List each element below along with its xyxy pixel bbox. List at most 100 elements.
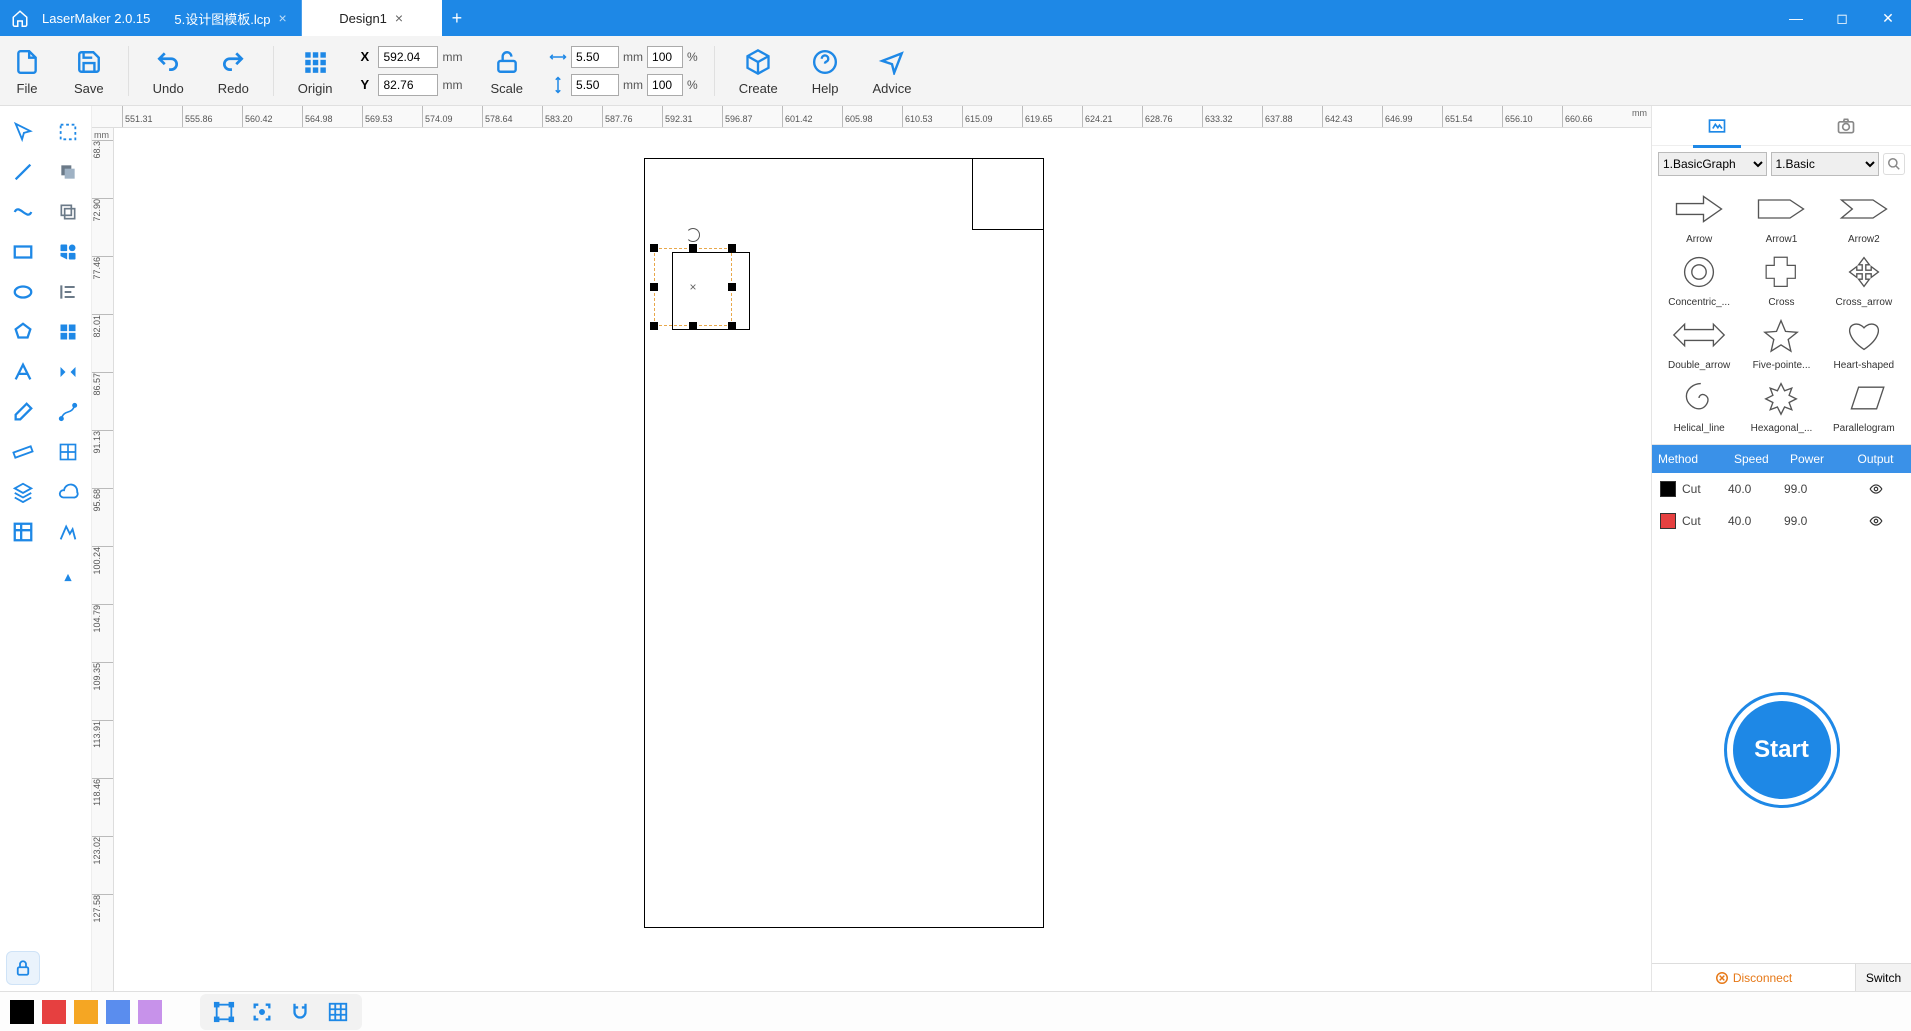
layer-row[interactable]: Cut40.099.0 — [1652, 473, 1911, 505]
height-input[interactable] — [571, 74, 619, 96]
ruler-tick: 560.42 — [242, 106, 273, 127]
cloud-icon[interactable] — [46, 472, 92, 512]
shapes-tab[interactable] — [1687, 112, 1747, 140]
duplicate-icon[interactable] — [46, 192, 92, 232]
polygon-tool[interactable] — [0, 312, 46, 352]
disconnect-status[interactable]: Disconnect — [1652, 971, 1855, 985]
focus-icon[interactable] — [248, 998, 276, 1026]
color-swatch[interactable] — [42, 1000, 66, 1024]
shape-label: Arrow — [1660, 234, 1738, 245]
rect-tool[interactable] — [0, 232, 46, 272]
handle-sw[interactable] — [650, 322, 658, 330]
marquee-tool[interactable] — [46, 112, 92, 152]
close-window-button[interactable]: ✕ — [1865, 0, 1911, 36]
width-input[interactable] — [571, 46, 619, 68]
shape-item[interactable]: Double_arrow — [1660, 312, 1738, 371]
ruler-tick: 86.57 — [92, 372, 113, 400]
color-swatch[interactable] — [138, 1000, 162, 1024]
edit-path-icon[interactable] — [46, 392, 92, 432]
handle-se[interactable] — [728, 322, 736, 330]
shape-item[interactable]: Cross — [1742, 249, 1820, 308]
origin-button[interactable]: Origin — [284, 36, 347, 105]
color-swatch[interactable] — [106, 1000, 130, 1024]
select-tool[interactable] — [0, 112, 46, 152]
text-tool[interactable] — [0, 352, 46, 392]
color-swatch[interactable] — [10, 1000, 34, 1024]
category-select-2[interactable]: 1.Basic — [1771, 152, 1880, 176]
handle-e[interactable] — [728, 283, 736, 291]
maximize-button[interactable]: ◻ — [1819, 0, 1865, 36]
fill-tool[interactable] — [46, 152, 92, 192]
shape-item[interactable]: Hexagonal_... — [1742, 375, 1820, 434]
advice-button[interactable]: Advice — [858, 36, 925, 105]
x-input[interactable] — [378, 46, 438, 68]
color-swatch[interactable] — [74, 1000, 98, 1024]
bbox-icon[interactable] — [210, 998, 238, 1026]
layer-row[interactable]: Cut40.099.0 — [1652, 505, 1911, 537]
ellipse-tool[interactable] — [0, 272, 46, 312]
add-tab-button[interactable]: + — [442, 0, 473, 36]
rotate-handle[interactable] — [686, 228, 700, 242]
ruler-tick: 123.02 — [92, 836, 113, 869]
tab-template[interactable]: 5.设计图模板.lcp × — [160, 0, 301, 36]
shape-item[interactable]: Heart-shaped — [1825, 312, 1903, 371]
start-button[interactable]: Start — [1727, 695, 1837, 805]
undo-button[interactable]: Undo — [139, 36, 198, 105]
shape-item[interactable]: Five-pointe... — [1742, 312, 1820, 371]
switch-button[interactable]: Switch — [1855, 964, 1911, 991]
width-pct-input[interactable] — [647, 46, 683, 68]
canvas[interactable]: × — [114, 128, 1651, 991]
category-select-1[interactable]: 1.BasicGraph — [1658, 152, 1767, 176]
ruler-tick: 555.86 — [182, 106, 213, 127]
laser-icon[interactable] — [46, 552, 92, 592]
shape-item[interactable]: Arrow1 — [1742, 186, 1820, 245]
curve-tool[interactable] — [0, 192, 46, 232]
file-button[interactable]: File — [0, 36, 54, 105]
handle-nw[interactable] — [650, 244, 658, 252]
minimize-button[interactable]: — — [1773, 0, 1819, 36]
search-icon[interactable] — [1883, 153, 1905, 175]
layers-tool[interactable] — [0, 472, 46, 512]
shape-item[interactable]: Concentric_... — [1660, 249, 1738, 308]
grid-shapes-icon[interactable] — [46, 312, 92, 352]
close-icon[interactable]: × — [278, 10, 286, 26]
shape-item[interactable]: Arrow — [1660, 186, 1738, 245]
ruler-tick: 113.91 — [92, 720, 113, 752]
help-button[interactable]: Help — [798, 36, 853, 105]
camera-tab[interactable] — [1816, 112, 1876, 140]
grid-icon[interactable] — [324, 998, 352, 1026]
shape-item[interactable]: Helical_line — [1660, 375, 1738, 434]
trace-icon[interactable] — [46, 512, 92, 552]
magnet-icon[interactable] — [286, 998, 314, 1026]
handle-s[interactable] — [689, 322, 697, 330]
handle-w[interactable] — [650, 283, 658, 291]
create-button[interactable]: Create — [725, 36, 792, 105]
align-icon[interactable] — [46, 272, 92, 312]
shape-item[interactable]: Arrow2 — [1825, 186, 1903, 245]
layer-visibility[interactable] — [1840, 482, 1911, 496]
height-pct-input[interactable] — [647, 74, 683, 96]
save-button[interactable]: Save — [60, 36, 118, 105]
layer-visibility[interactable] — [1840, 514, 1911, 528]
handle-ne[interactable] — [728, 244, 736, 252]
home-icon[interactable] — [8, 6, 32, 30]
mirror-icon[interactable] — [46, 352, 92, 392]
shape-item[interactable]: Cross_arrow — [1825, 249, 1903, 308]
scale-lock-button[interactable]: Scale — [476, 36, 537, 105]
table-tool[interactable] — [0, 512, 46, 552]
handle-n[interactable] — [689, 244, 697, 252]
close-icon[interactable]: × — [395, 10, 403, 26]
lock-button[interactable] — [6, 951, 40, 985]
redo-button[interactable]: Redo — [204, 36, 263, 105]
ruler-tick: 633.32 — [1202, 106, 1233, 127]
array-icon[interactable] — [46, 432, 92, 472]
line-tool[interactable] — [0, 152, 46, 192]
shape-gallery-icon[interactable] — [46, 232, 92, 272]
tab-design1[interactable]: Design1 × — [302, 0, 442, 36]
ruler-tick: 82.01 — [92, 314, 113, 342]
measure-tool[interactable] — [0, 432, 46, 472]
layers-table: Method Speed Power Output Cut40.099.0Cut… — [1652, 444, 1911, 537]
y-input[interactable] — [378, 74, 438, 96]
eraser-tool[interactable] — [0, 392, 46, 432]
shape-item[interactable]: Parallelogram — [1825, 375, 1903, 434]
